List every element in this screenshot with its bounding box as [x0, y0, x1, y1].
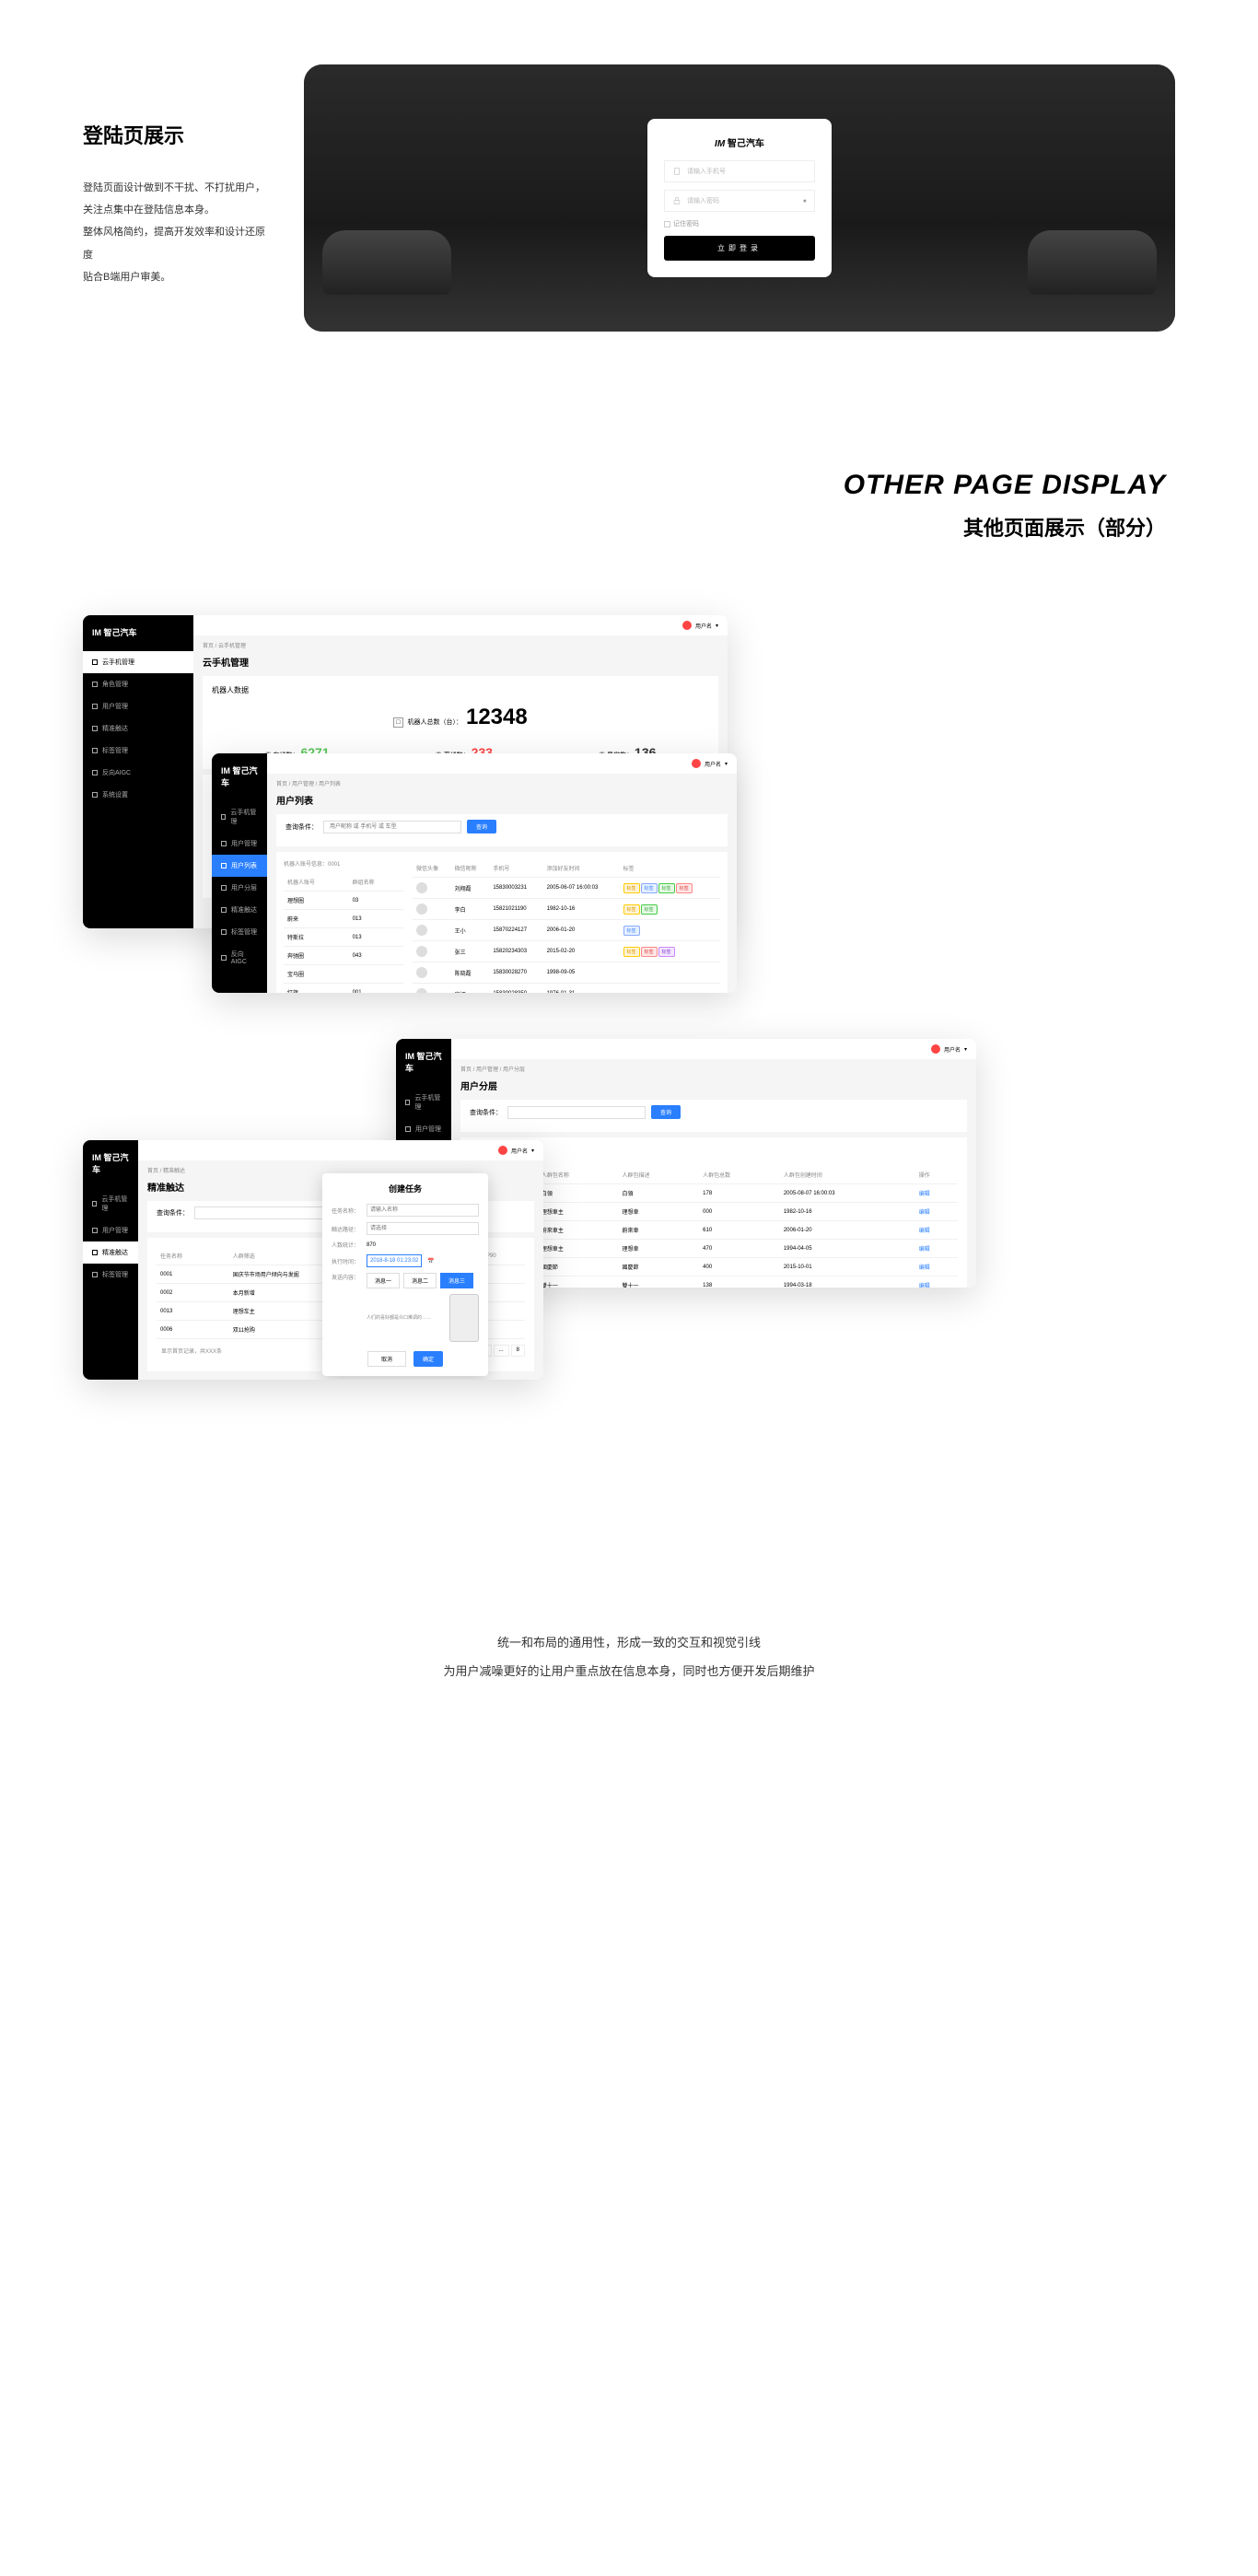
- table-row[interactable]: 宝马圈: [284, 965, 403, 984]
- table-row[interactable]: 刘翔磊158300032312005-06-07 16:00:03标签标签标签标…: [413, 878, 720, 899]
- logo: IM 智己汽车: [664, 135, 815, 149]
- login-screenshot: IM 智己汽车 请输入手机号 请输入密码 ● 记住密码 立即登录: [304, 64, 1175, 332]
- sidebar: IM 智己汽车 云手机管理用户管理精准触达标签管理: [83, 1140, 138, 1380]
- dashboard-user-list: IM 智己汽车 云手机管理用户管理用户列表用户分层精准触达标签管理反向AIGC …: [212, 753, 737, 993]
- sidebar-item[interactable]: 标签管理: [212, 921, 267, 943]
- sidebar-item[interactable]: 用户管理: [212, 833, 267, 855]
- table-row[interactable]: 王小158702241272006-01-20标签: [413, 920, 720, 941]
- sidebar-item[interactable]: 精准触达: [83, 1241, 138, 1264]
- task-name-input[interactable]: [367, 1204, 479, 1217]
- table-row[interactable]: 李白158210211901982-10-16标签标签: [413, 899, 720, 920]
- table-row[interactable]: 张三158202343032015-02-20标签标签标签: [413, 941, 720, 962]
- search-input[interactable]: [507, 1106, 646, 1119]
- sidebar-item[interactable]: 云手机管理: [83, 1188, 138, 1219]
- login-card: IM 智己汽车 请输入手机号 请输入密码 ● 记住密码 立即登录: [647, 119, 832, 277]
- table-row[interactable]: 蔚来013: [284, 910, 403, 928]
- lock-icon: [672, 196, 681, 205]
- sidebar-item[interactable]: 反向AIGC: [212, 943, 267, 972]
- datetime-picker[interactable]: 2018-8-18 01:23:02: [367, 1254, 422, 1267]
- sidebar-item[interactable]: 云手机管理: [83, 651, 193, 673]
- password-input[interactable]: 请输入密码 ●: [664, 190, 815, 212]
- modal-title: 创建任务: [332, 1183, 479, 1195]
- sidebar-item[interactable]: 用户分层: [212, 877, 267, 899]
- section-title: 登陆页展示: [83, 120, 267, 149]
- tab-msg3[interactable]: 消息三: [440, 1273, 473, 1288]
- user-menu[interactable]: 用户名 ▾: [682, 621, 718, 630]
- sidebar-item[interactable]: 标签管理: [83, 740, 193, 762]
- sidebar: IM 智己汽车 云手机管理角色管理用户管理精准触达标签管理反向AIGC系统设置: [83, 615, 193, 928]
- dashboard-precision-reach: IM 智己汽车 云手机管理用户管理精准触达标签管理 用户名 ▾ 首页 / 精准触…: [83, 1140, 543, 1380]
- footer-description: 统一和布局的通用性，形成一致的交互和视觉引线 为用户减噪更好的让用户重点放在信息…: [0, 1463, 1258, 1685]
- user-menu[interactable]: 用户名 ▾: [931, 1044, 967, 1054]
- sidebar-item[interactable]: 用户管理: [83, 695, 193, 717]
- sidebar-item[interactable]: 用户管理: [396, 1118, 451, 1140]
- table-row[interactable]: 红旗001: [284, 984, 403, 994]
- header-en: OTHER PAGE DISPLAY: [92, 470, 1166, 501]
- sidebar-item[interactable]: 云手机管理: [396, 1087, 451, 1118]
- section-desc: 登陆页面设计做到不干扰、不打扰用户，关注点集中在登陆信息本身。整体风格简约，提高…: [83, 177, 267, 288]
- sidebar: IM 智己汽车 云手机管理用户管理用户列表用户分层精准触达标签管理反向AIGC: [212, 753, 267, 993]
- login-button[interactable]: 立即登录: [664, 236, 815, 261]
- phone-input[interactable]: 请输入手机号: [664, 160, 815, 182]
- panel-title: 机器人数据: [212, 685, 709, 695]
- remember-checkbox[interactable]: 记住密码: [664, 219, 815, 228]
- sidebar-logo: IM 智己汽车: [83, 626, 193, 651]
- section-header: OTHER PAGE DISPLAY 其他页面展示（部分）: [0, 424, 1258, 615]
- header-cn: 其他页面展示（部分）: [92, 512, 1166, 542]
- page-title: 云手机管理: [203, 655, 718, 669]
- login-description: 登陆页展示 登陆页面设计做到不干扰、不打扰用户，关注点集中在登陆信息本身。整体风…: [83, 64, 267, 332]
- search-button[interactable]: 查询: [467, 820, 496, 833]
- sidebar-item[interactable]: 用户列表: [212, 855, 267, 877]
- sidebar-item[interactable]: 云手机管理: [212, 801, 267, 833]
- avatar-icon: [682, 621, 692, 630]
- table-row[interactable]: 特斯拉013: [284, 928, 403, 947]
- tab-msg1[interactable]: 消息一: [367, 1273, 400, 1288]
- sidebar-item[interactable]: 角色管理: [83, 673, 193, 695]
- crowd-select[interactable]: [367, 1222, 479, 1235]
- table-row[interactable]: 安娜158300283501976-01-31: [413, 984, 720, 994]
- sidebar-item[interactable]: 精准触达: [212, 899, 267, 921]
- sidebar-item[interactable]: 用户管理: [83, 1219, 138, 1241]
- sidebar-item[interactable]: 精准触达: [83, 717, 193, 740]
- sidebar-item[interactable]: 系统设置: [83, 784, 193, 806]
- sidebar-item[interactable]: 反向AIGC: [83, 762, 193, 784]
- cancel-button[interactable]: 取消: [367, 1351, 406, 1367]
- confirm-button[interactable]: 确定: [414, 1351, 443, 1367]
- sidebar-item[interactable]: 标签管理: [83, 1264, 138, 1286]
- tab-msg2[interactable]: 消息二: [403, 1273, 437, 1288]
- phone-preview: [449, 1294, 479, 1342]
- table-row[interactable]: 奔驰圈043: [284, 947, 403, 965]
- phone-icon: [672, 167, 681, 176]
- stat-total: □ 机器人总数（台）：12348: [212, 705, 709, 730]
- create-task-modal: 创建任务 任务名称： 触达路径： 人数统计：870 执行时间：2018-8-18…: [322, 1173, 488, 1376]
- search-button[interactable]: 查询: [651, 1105, 681, 1119]
- table-row[interactable]: 陈晓磊158300282701998-09-05: [413, 962, 720, 984]
- table-row[interactable]: 理想圈03: [284, 892, 403, 910]
- breadcrumb: 首页 / 云手机管理: [203, 641, 718, 649]
- user-menu[interactable]: 用户名 ▾: [692, 759, 728, 768]
- search-input[interactable]: [323, 821, 461, 833]
